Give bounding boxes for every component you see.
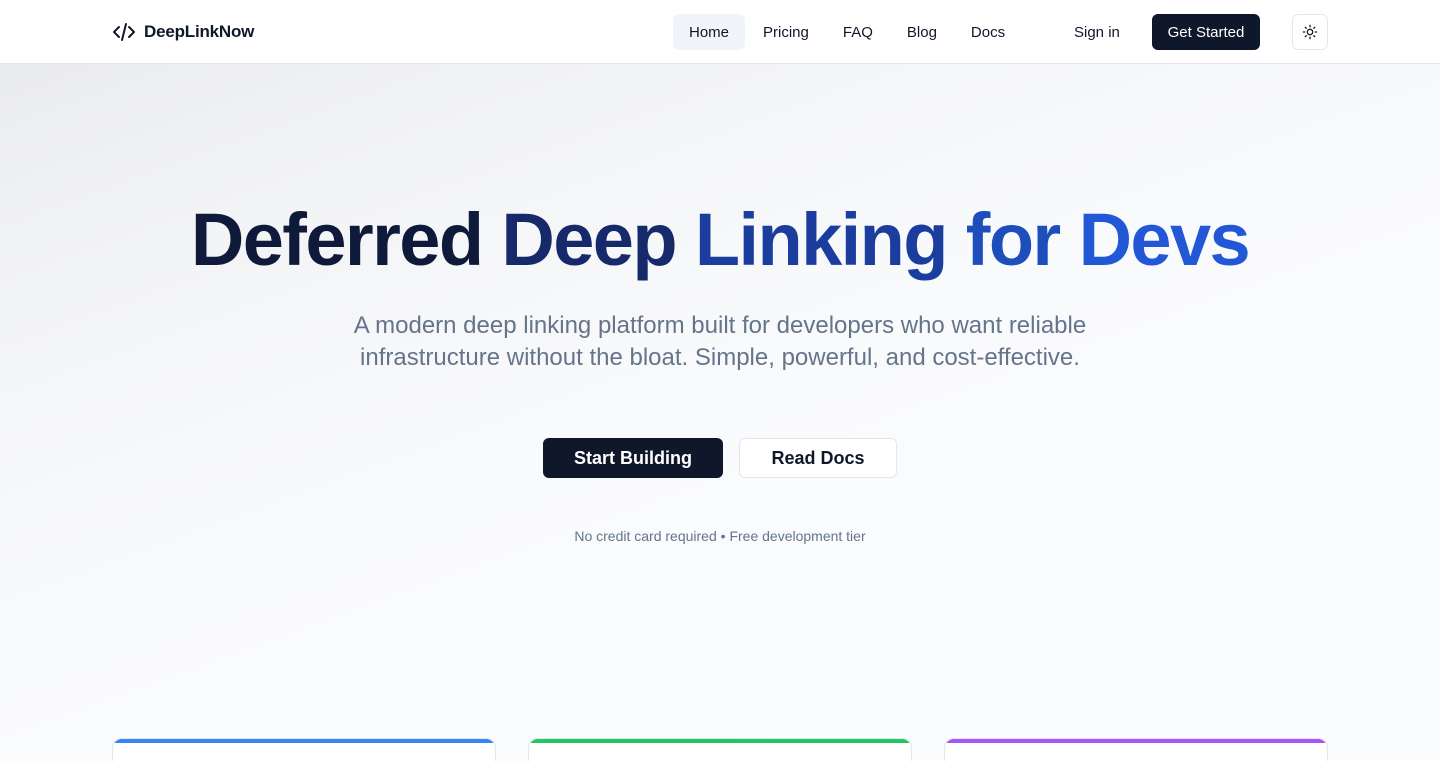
nav-faq[interactable]: FAQ [827,14,889,50]
hero-title-word-5: Devs [1078,198,1251,281]
read-docs-button[interactable]: Read Docs [739,438,897,478]
hero-title-word-1: Deferred [190,198,484,281]
feature-card-accent [945,739,1327,743]
main-nav: Home Pricing FAQ Blog Docs [673,14,1021,50]
hero-title-word-2: Deep [501,198,677,281]
get-started-button[interactable]: Get Started [1152,14,1260,50]
brand-name: DeepLinkNow [144,22,255,41]
sign-in-link[interactable]: Sign in [1058,14,1136,50]
feature-card [944,738,1328,761]
hero-title: Deferred Deep Linking for Devs [0,196,1440,284]
site-header: DeepLinkNow Home Pricing FAQ Blog Docs S… [0,0,1440,64]
nav-pricing[interactable]: Pricing [747,14,825,50]
landing-page: DeepLinkNow Home Pricing FAQ Blog Docs S… [0,0,1440,761]
code-icon [113,23,135,41]
brand-logo-link[interactable]: DeepLinkNow [112,20,254,44]
feature-card [528,738,912,761]
feature-card [112,738,496,761]
hero-actions: Start Building Read Docs [0,438,1440,478]
hero-subtitle: A modern deep linking platform built for… [353,312,1087,371]
theme-toggle-button[interactable] [1292,14,1328,50]
hero-note: No credit card required • Free developme… [574,528,866,544]
hero-title-word-4: for [965,198,1061,281]
feature-card-accent [113,739,495,743]
feature-cards [112,738,1328,761]
nav-home[interactable]: Home [673,14,746,50]
feature-card-accent [529,739,911,743]
nav-docs[interactable]: Docs [955,14,1021,50]
sun-icon [1302,24,1318,40]
start-building-button[interactable]: Start Building [543,438,723,478]
hero-title-word-3: Linking [694,198,948,281]
nav-blog[interactable]: Blog [891,14,953,50]
